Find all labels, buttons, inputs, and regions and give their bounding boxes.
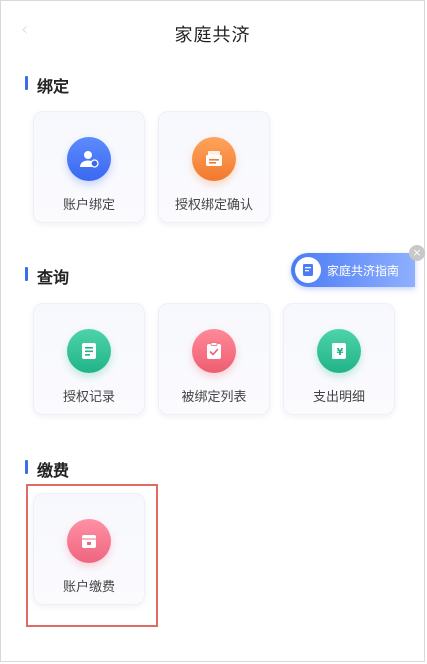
bound-list-card[interactable]: 被绑定列表 <box>158 303 270 415</box>
card-label: 授权绑定确认 <box>174 198 253 213</box>
card-label: 账户绑定 <box>62 198 115 213</box>
expense-detail-card[interactable]: ¥ 支出明细 <box>283 303 395 415</box>
card-label: 支出明细 <box>312 390 365 405</box>
auth-record-card[interactable]: 授权记录 <box>33 303 145 415</box>
page-title: 家庭共济 <box>174 25 251 46</box>
highlight-box <box>26 484 158 627</box>
checklist-icon <box>192 329 236 373</box>
card-label: 被绑定列表 <box>181 390 247 405</box>
auth-bind-confirm-card[interactable]: 授权绑定确认 <box>158 111 270 223</box>
header: ‹ 家庭共济 <box>1 1 424 67</box>
close-icon[interactable]: × <box>409 245 425 261</box>
yuan-ledger-icon: ¥ <box>317 329 361 373</box>
account-bind-card[interactable]: 账户绑定 <box>33 111 145 223</box>
record-list-icon <box>67 329 111 373</box>
svg-text:¥: ¥ <box>337 347 344 358</box>
section-title-bind: 绑定 <box>25 73 69 97</box>
guide-label: 家庭共济指南 <box>327 264 400 278</box>
card-label: 授权记录 <box>62 390 115 405</box>
section-title-pay: 缴费 <box>25 457 69 481</box>
document-stack-icon <box>192 137 236 181</box>
app-frame: ‹ 家庭共济 绑定 账户绑定 授权绑定确认 查询 授权记录 被绑定列表 ¥ 支出… <box>0 0 425 662</box>
guide-book-icon <box>295 257 321 283</box>
section-title-query: 查询 <box>25 264 69 288</box>
family-guide-button[interactable]: 家庭共济指南 <box>291 253 415 287</box>
user-card-icon <box>67 137 111 181</box>
